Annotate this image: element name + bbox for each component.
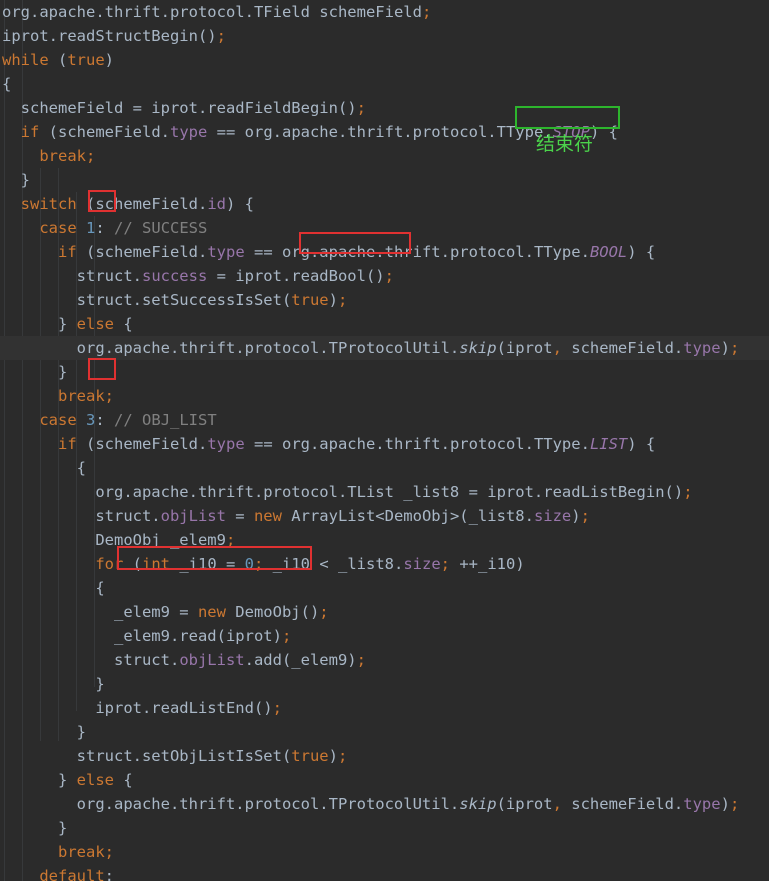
code-line[interactable]: DemoObj _elem9; bbox=[0, 528, 769, 552]
code-line[interactable]: } bbox=[0, 672, 769, 696]
annotation-label-stop: 结束符 bbox=[536, 133, 594, 155]
code-line[interactable]: if (schemeField.type == org.apache.thrif… bbox=[0, 120, 769, 144]
code-line[interactable]: struct.setSuccessIsSet(true); bbox=[0, 288, 769, 312]
code-line[interactable]: struct.objList = new ArrayList<DemoObj>(… bbox=[0, 504, 769, 528]
code-line[interactable]: case 3: // OBJ_LIST bbox=[0, 408, 769, 432]
code-line[interactable]: struct.objList.add(_elem9); bbox=[0, 648, 769, 672]
code-line[interactable]: while (true) bbox=[0, 48, 769, 72]
code-line[interactable]: break; bbox=[0, 144, 769, 168]
code-line[interactable]: default: bbox=[0, 864, 769, 881]
code-line[interactable]: org.apache.thrift.protocol.TProtocolUtil… bbox=[0, 792, 769, 816]
code-line[interactable]: } bbox=[0, 816, 769, 840]
code-line[interactable]: { bbox=[0, 456, 769, 480]
code-line[interactable]: iprot.readStructBegin(); bbox=[0, 24, 769, 48]
code-line[interactable]: _elem9.read(iprot); bbox=[0, 624, 769, 648]
code-line[interactable]: org.apache.thrift.protocol.TList _list8 … bbox=[0, 480, 769, 504]
code-line[interactable]: } bbox=[0, 360, 769, 384]
code-line[interactable]: for (int _i10 = 0; _i10 < _list8.size; +… bbox=[0, 552, 769, 576]
code-line[interactable]: _elem9 = new DemoObj(); bbox=[0, 600, 769, 624]
code-line[interactable]: if (schemeField.type == org.apache.thrif… bbox=[0, 240, 769, 264]
code-line[interactable]: switch (schemeField.id) { bbox=[0, 192, 769, 216]
code-line[interactable]: org.apache.thrift.protocol.TProtocolUtil… bbox=[0, 336, 769, 360]
code-line[interactable]: } bbox=[0, 720, 769, 744]
code-line[interactable]: if (schemeField.type == org.apache.thrif… bbox=[0, 432, 769, 456]
code-line[interactable]: struct.success = iprot.readBool(); bbox=[0, 264, 769, 288]
code-line[interactable]: } else { bbox=[0, 768, 769, 792]
code-line[interactable]: } else { bbox=[0, 312, 769, 336]
code-line[interactable]: break; bbox=[0, 384, 769, 408]
code-line[interactable]: struct.setObjListIsSet(true); bbox=[0, 744, 769, 768]
code-line[interactable]: break; bbox=[0, 840, 769, 864]
code-editor-view[interactable]: org.apache.thrift.protocol.TField scheme… bbox=[0, 0, 769, 881]
code-line[interactable]: { bbox=[0, 576, 769, 600]
code-line[interactable]: { bbox=[0, 72, 769, 96]
code-line[interactable]: } bbox=[0, 168, 769, 192]
code-line[interactable]: schemeField = iprot.readFieldBegin(); bbox=[0, 96, 769, 120]
code-lines-container: org.apache.thrift.protocol.TField scheme… bbox=[0, 0, 769, 881]
code-line[interactable]: org.apache.thrift.protocol.TField scheme… bbox=[0, 0, 769, 24]
code-line[interactable]: case 1: // SUCCESS bbox=[0, 216, 769, 240]
code-line[interactable]: iprot.readListEnd(); bbox=[0, 696, 769, 720]
